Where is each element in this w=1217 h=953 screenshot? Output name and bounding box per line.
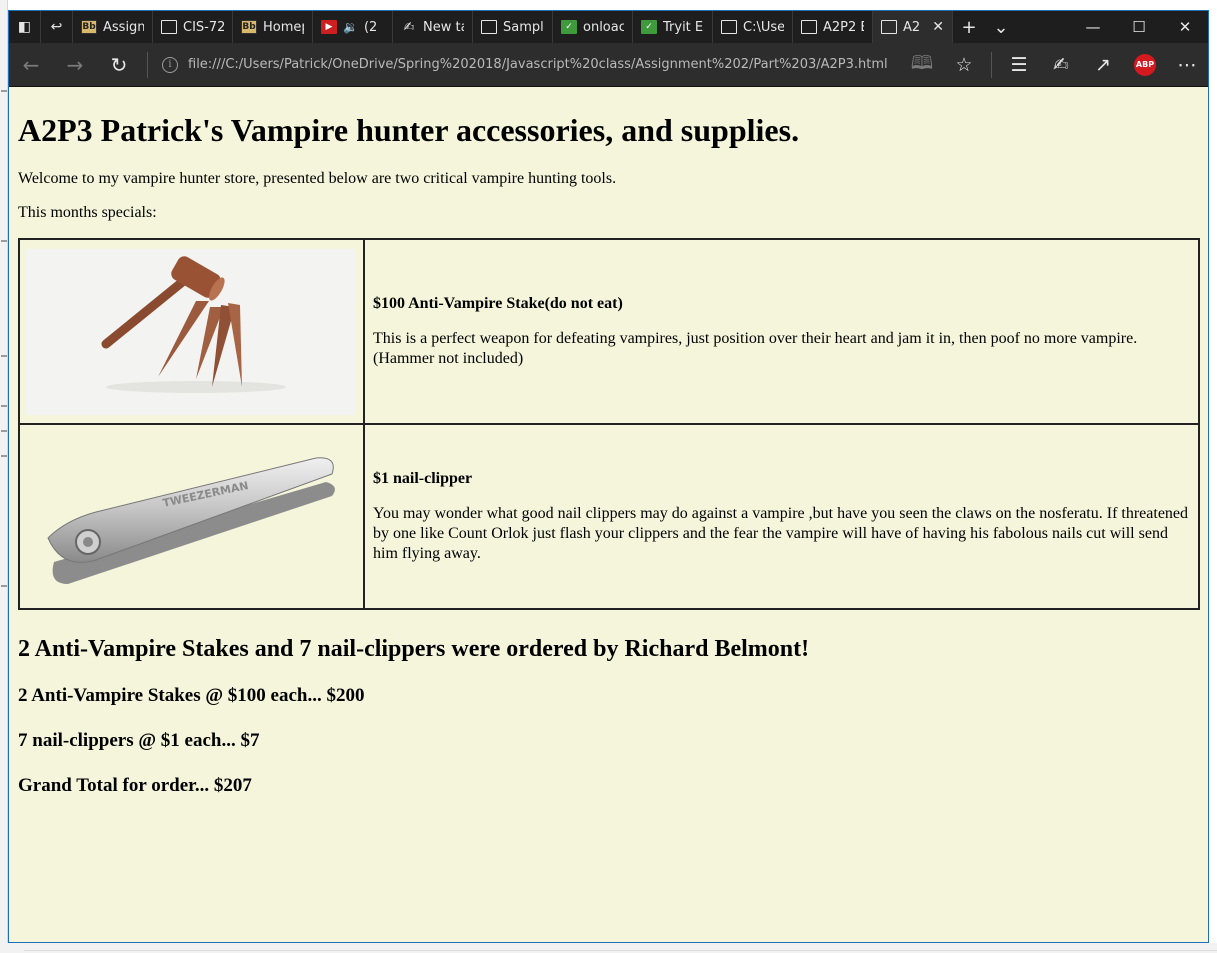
product-row: $100 Anti-Vampire Stake(do not eat) This…: [18, 238, 1200, 425]
tab-label: C:\Use: [743, 19, 784, 35]
product-name: $1 nail-clipper: [373, 469, 473, 487]
refresh-icon[interactable]: ↻: [97, 53, 141, 77]
reading-view-icon[interactable]: 🕮: [901, 49, 943, 81]
more-options-icon[interactable]: ⋯: [1166, 54, 1208, 76]
product-image-cell: TWEEZERMAN: [18, 423, 365, 610]
tab-2[interactable]: Bb Homep: [233, 11, 313, 43]
info-icon[interactable]: i: [162, 56, 178, 73]
product-info-cell: $1 nail-clipper You may wonder what good…: [363, 423, 1200, 610]
product-row: TWEEZERMAN $1 nail-clipper You may wonde…: [18, 423, 1200, 610]
tab-bar: ◧ ↩ Bb Assign CIS-72 Bb Homep ▶ 🔉 (2 ✍ New ta Samp…: [9, 11, 1208, 43]
pen-icon: ✍: [403, 19, 415, 35]
maximize-icon[interactable]: ☐: [1116, 18, 1162, 36]
green-icon: ✓: [641, 20, 657, 34]
tab-label: onloac: [583, 19, 624, 35]
page-title: A2P3 Patrick's Vampire hunter accessorie…: [18, 112, 800, 148]
tab-1[interactable]: CIS-72: [153, 11, 233, 43]
order-grand-total: Grand Total for order... $207: [18, 775, 252, 796]
close-window-icon[interactable]: ✕: [1162, 18, 1208, 36]
page-icon: [161, 20, 177, 34]
window-controls: — ☐ ✕: [1070, 11, 1208, 43]
specials-label: This months specials:: [18, 204, 157, 221]
product-image-cell: [18, 238, 365, 425]
tab-8[interactable]: C:\Use: [713, 11, 793, 43]
product-info-cell: $100 Anti-Vampire Stake(do not eat) This…: [363, 238, 1200, 425]
tab-3[interactable]: ▶ 🔉 (2: [313, 11, 393, 43]
product-name: $100 Anti-Vampire Stake(do not eat): [373, 294, 623, 312]
page-icon: [721, 20, 737, 34]
page-icon: [481, 20, 497, 34]
order-line-stakes: 2 Anti-Vampire Stakes @ $100 each... $20…: [18, 685, 365, 706]
background-window-bottom: [0, 943, 1217, 953]
product-note: (Hammer not included): [373, 349, 524, 367]
nail-clipper-image: TWEEZERMAN: [26, 433, 356, 600]
address-bar[interactable]: file:///C:/Users/Patrick/OneDrive/Spring…: [188, 57, 901, 72]
background-window-strip: [0, 0, 8, 953]
favorites-hub-icon[interactable]: ☰: [998, 54, 1040, 76]
tab-list: Bb Assign CIS-72 Bb Homep ▶ 🔉 (2 ✍ New ta Sampl ✓ on…: [73, 11, 953, 43]
tab-10[interactable]: A2 ✕: [873, 11, 953, 43]
speaker-icon[interactable]: 🔉: [343, 20, 358, 34]
bb-icon: Bb: [241, 20, 257, 34]
tab-9[interactable]: A2P2 E: [793, 11, 873, 43]
order-heading: 2 Anti-Vampire Stakes and 7 nail-clipper…: [18, 636, 810, 662]
toolbar-separator: [991, 51, 992, 78]
tab-label: A2: [903, 19, 921, 35]
pen-note-icon[interactable]: ✍: [1040, 54, 1082, 76]
order-summary: 2 Anti-Vampire Stakes and 7 nail-clipper…: [18, 636, 1199, 797]
product-description: This is a perfect weapon for defeating v…: [373, 329, 1190, 369]
browser-window: ◧ ↩ Bb Assign CIS-72 Bb Homep ▶ 🔉 (2 ✍ New ta Samp…: [8, 10, 1209, 943]
green-icon: ✓: [561, 20, 577, 34]
tab-actions: + ⌄: [953, 11, 1017, 43]
tab-5[interactable]: Sampl: [473, 11, 553, 43]
favorite-star-icon[interactable]: ☆: [943, 54, 985, 76]
minimize-icon[interactable]: —: [1070, 18, 1116, 36]
share-icon[interactable]: ↗: [1082, 54, 1124, 76]
tab-0[interactable]: Bb Assign: [73, 11, 153, 43]
product-description: You may wonder what good nail clippers m…: [373, 504, 1189, 562]
tab-label: Sampl: [503, 19, 544, 35]
page-icon: [881, 20, 897, 34]
bb-icon: Bb: [81, 20, 97, 34]
set-tabs-aside-icon[interactable]: ↩: [41, 11, 73, 43]
tab-label: New ta: [423, 19, 464, 35]
stakes-and-mallet-illustration: [26, 248, 356, 415]
tab-7[interactable]: ✓ Tryit E: [633, 11, 713, 43]
tab-label: Assign: [103, 19, 144, 35]
tab-preview-icon[interactable]: ◧: [9, 11, 41, 43]
tab-label: Homep: [263, 19, 304, 35]
tab-label: A2P2 E: [823, 19, 864, 35]
product-description-text: This is a perfect weapon for defeating v…: [373, 329, 1138, 347]
chevron-down-icon[interactable]: ⌄: [985, 17, 1017, 38]
tab-label: Tryit E: [663, 19, 704, 35]
page-content: A2P3 Patrick's Vampire hunter accessorie…: [9, 88, 1208, 942]
adblock-icon[interactable]: ABP: [1134, 53, 1156, 76]
toolbar-right: 🕮 ☆ ☰ ✍ ↗ ABP ⋯: [901, 49, 1208, 81]
tab-4[interactable]: ✍ New ta: [393, 11, 473, 43]
welcome-text: Welcome to my vampire hunter store, pres…: [18, 170, 617, 187]
back-icon[interactable]: ←: [9, 53, 53, 77]
order-line-clippers: 7 nail-clippers @ $1 each... $7: [18, 730, 260, 751]
nav-separator: [147, 51, 148, 78]
tab-label: (2: [363, 19, 378, 35]
youtube-icon: ▶: [321, 20, 337, 34]
stake-image: [26, 248, 356, 415]
forward-icon[interactable]: →: [53, 53, 97, 77]
nail-clipper-illustration: TWEEZERMAN: [26, 433, 356, 600]
new-tab-icon[interactable]: +: [953, 17, 985, 38]
navigation-bar: ← → ↻ i file:///C:/Users/Patrick/OneDriv…: [9, 43, 1208, 87]
tab-label: CIS-72: [183, 19, 224, 35]
tab-6[interactable]: ✓ onloac: [553, 11, 633, 43]
close-tab-icon[interactable]: ✕: [932, 19, 944, 35]
page-icon: [801, 20, 817, 34]
products-table: $100 Anti-Vampire Stake(do not eat) This…: [18, 238, 1200, 610]
